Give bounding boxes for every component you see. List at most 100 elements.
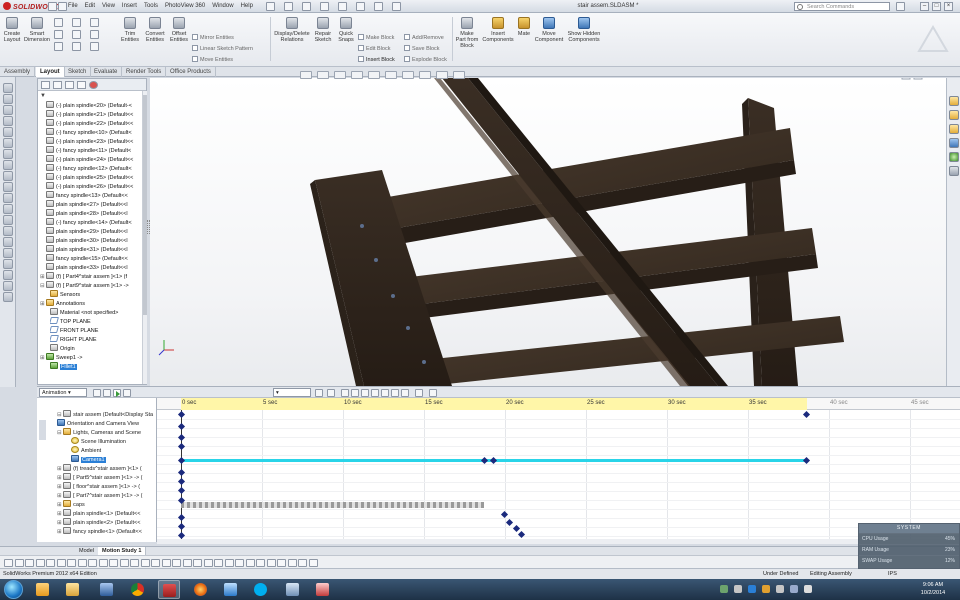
motion-tree-item[interactable]: ⊞ (f) treads^stair assem ]<1> ( bbox=[57, 464, 161, 473]
timeline-key-diamond[interactable] bbox=[505, 518, 514, 527]
taskbar-ie[interactable] bbox=[220, 580, 242, 599]
sketch-tool-icon[interactable] bbox=[214, 559, 223, 567]
sketch-tool-icon[interactable] bbox=[308, 559, 318, 567]
motion-tree-item[interactable]: ⊞ plain spindle<2> (Default<< bbox=[57, 518, 161, 527]
left-tool-icon[interactable] bbox=[3, 160, 13, 170]
motion-tree-item[interactable]: ⊞ fancy spindle<1> (Default<< bbox=[57, 527, 161, 536]
sketch-tool-icon[interactable] bbox=[98, 559, 108, 567]
view-orientation-icon[interactable] bbox=[368, 71, 380, 79]
circle-icon[interactable] bbox=[54, 42, 63, 51]
timeline-key-diamond[interactable] bbox=[177, 410, 186, 419]
tree-item[interactable]: ⊞ Annotations bbox=[40, 299, 144, 308]
smart-dimension-button[interactable]: Smart Dimension bbox=[24, 17, 50, 43]
sketch-tool-icon[interactable] bbox=[266, 559, 276, 567]
make-block-button[interactable]: Make Block bbox=[358, 34, 394, 41]
start-button[interactable] bbox=[4, 580, 23, 599]
taskbar-outlook[interactable] bbox=[32, 580, 54, 599]
playback-mode-icon[interactable] bbox=[315, 389, 323, 397]
text-icon[interactable] bbox=[90, 42, 99, 51]
taskbar-chrome[interactable] bbox=[127, 580, 149, 599]
menu-file[interactable]: File bbox=[68, 3, 78, 9]
viewport-restore-icon[interactable] bbox=[913, 78, 923, 80]
sketch-tool-icon[interactable] bbox=[35, 559, 45, 567]
sketch-tool-icon[interactable] bbox=[25, 559, 34, 567]
left-tool-icon[interactable] bbox=[3, 149, 13, 159]
timeline-key-diamond[interactable] bbox=[177, 522, 186, 531]
sketch-tool-icon[interactable] bbox=[119, 559, 129, 567]
open-icon[interactable] bbox=[284, 2, 293, 11]
repair-sketch-button[interactable]: Repair Sketch bbox=[312, 17, 334, 43]
timeline-scrollbar[interactable] bbox=[157, 539, 960, 544]
quick-snaps-button[interactable]: Quick Snaps bbox=[336, 17, 356, 43]
sketch-tool-icon[interactable] bbox=[88, 559, 97, 567]
add-remove-button[interactable]: Add/Remove bbox=[404, 34, 444, 41]
tree-item[interactable]: plain spindle<30> (Default<<l bbox=[46, 236, 150, 245]
solidworks-resources-icon[interactable] bbox=[949, 96, 959, 106]
appearances-icon[interactable] bbox=[949, 152, 959, 162]
playback-speed-select[interactable]: ▾ bbox=[273, 388, 311, 397]
move-entities-button[interactable]: Move Entities bbox=[192, 56, 233, 63]
tab-office-products[interactable]: Office Products bbox=[166, 67, 216, 77]
options-icon[interactable] bbox=[392, 2, 401, 11]
tree-item[interactable]: FRONT PLANE bbox=[50, 326, 154, 335]
taskbar-screen-recorder[interactable] bbox=[282, 580, 304, 599]
tree-item[interactable]: ⊞ Sweep1 -> bbox=[40, 353, 144, 362]
tree-item[interactable]: (-) plain spindle<24> (Default<< bbox=[46, 155, 150, 164]
edit-block-button[interactable]: Edit Block bbox=[358, 45, 390, 52]
clock[interactable]: 9:06 AM 10/2/2014 bbox=[910, 581, 956, 597]
arc-icon[interactable] bbox=[72, 18, 81, 27]
undo-icon[interactable] bbox=[338, 2, 347, 11]
tree-item[interactable]: (-) plain spindle<20> (Default-< bbox=[46, 101, 150, 110]
sketch-tool-icon[interactable] bbox=[287, 559, 297, 567]
line-icon[interactable] bbox=[54, 18, 63, 27]
dim-xpert-tab[interactable] bbox=[77, 81, 86, 89]
stair-model[interactable] bbox=[150, 78, 946, 386]
property-manager-tab[interactable] bbox=[53, 81, 62, 89]
left-tool-icon[interactable] bbox=[3, 94, 13, 104]
motion-tree-item[interactable]: ⊞ [ floor^stair assem ]<1> -> ( bbox=[57, 482, 161, 491]
motion-tree-item[interactable]: Orientation and Camera View bbox=[57, 419, 161, 428]
left-tool-icon[interactable] bbox=[3, 248, 13, 258]
motion-tree-item[interactable]: ⊟ Lights, Cameras and Scene bbox=[57, 428, 161, 437]
tree-item[interactable]: (-) plain spindle<21> (Default<< bbox=[46, 110, 150, 119]
display-manager-tab[interactable] bbox=[89, 81, 98, 89]
sketch-tool-icon[interactable] bbox=[14, 559, 24, 567]
offset-entities-button[interactable]: Offset Entities bbox=[168, 17, 190, 43]
left-tool-icon[interactable] bbox=[3, 138, 13, 148]
left-tool-icon[interactable] bbox=[3, 215, 13, 225]
study-properties-icon[interactable] bbox=[429, 389, 437, 397]
tray-icon[interactable] bbox=[776, 585, 784, 593]
close-button[interactable]: × bbox=[944, 2, 953, 11]
menu-photoview-360[interactable]: PhotoView 360 bbox=[165, 3, 205, 9]
linear-sketch-pattern-button[interactable]: Linear Sketch Pattern bbox=[192, 45, 253, 52]
taskbar-skype[interactable] bbox=[250, 580, 272, 599]
menu-window[interactable]: Window bbox=[212, 3, 233, 9]
timeline-key-diamond[interactable] bbox=[177, 468, 186, 477]
units-label[interactable]: IPS bbox=[888, 569, 897, 579]
left-tool-icon[interactable] bbox=[3, 226, 13, 236]
left-tool-icon[interactable] bbox=[3, 105, 13, 115]
tree-item[interactable]: fancy spindle<15> (Default<< bbox=[46, 254, 150, 263]
insert-components-button[interactable]: Insert Components bbox=[482, 17, 514, 43]
move-component-button[interactable]: Move Component bbox=[534, 17, 564, 43]
menu-help[interactable]: Help bbox=[241, 3, 253, 9]
tree-item[interactable]: RIGHT PLANE bbox=[50, 335, 154, 344]
save-icon[interactable] bbox=[302, 2, 311, 11]
play-button[interactable] bbox=[113, 389, 121, 397]
sketch-tool-icon[interactable] bbox=[46, 559, 55, 567]
save-block-button[interactable]: Save Block bbox=[404, 45, 440, 52]
zoom-fit-icon[interactable] bbox=[300, 71, 312, 79]
contact-icon[interactable] bbox=[391, 389, 399, 397]
left-tool-icon[interactable] bbox=[3, 259, 13, 269]
point-icon[interactable] bbox=[72, 42, 81, 51]
zoom-area-icon[interactable] bbox=[317, 71, 329, 79]
tray-icon[interactable] bbox=[748, 585, 756, 593]
taskbar-app[interactable] bbox=[312, 580, 334, 599]
hide-show-icon[interactable] bbox=[402, 71, 414, 79]
timeline-key-diamond[interactable] bbox=[802, 456, 811, 465]
timeline-key-diamond[interactable] bbox=[177, 486, 186, 495]
tree-item[interactable]: (-) fancy spindle<11> (Default< bbox=[46, 146, 150, 155]
show-hidden-components-button[interactable]: Show Hidden Components bbox=[566, 17, 602, 43]
tree-item[interactable]: Fillet1 bbox=[50, 362, 154, 371]
timeline-key-diamond[interactable] bbox=[177, 433, 186, 442]
